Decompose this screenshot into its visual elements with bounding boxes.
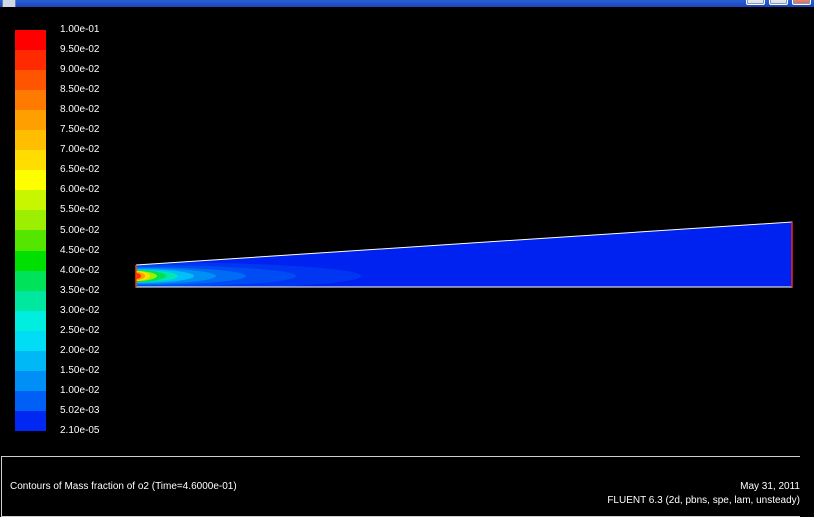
plot-info-panel: Contours of Mass fraction of o2 (Time=4.… [1,456,801,517]
close-button[interactable] [792,0,811,5]
graphics-canvas[interactable]: 1.00e-01 9.50e-02 9.00e-02 8.50e-02 8.00e-02… [0,7,814,453]
plot-date: May 31, 2011 [740,481,800,492]
panel-edge [800,456,814,517]
maximize-button[interactable] [769,0,788,5]
solver-description: FLUENT 6.3 (2d, pbns, spe, lam, unsteady… [607,495,800,506]
window-titlebar [0,0,814,7]
contour-plot [135,221,793,288]
plot-title: Contours of Mass fraction of o2 (Time=4.… [10,481,237,492]
app-icon[interactable] [2,0,16,7]
minimize-button[interactable] [746,0,765,5]
